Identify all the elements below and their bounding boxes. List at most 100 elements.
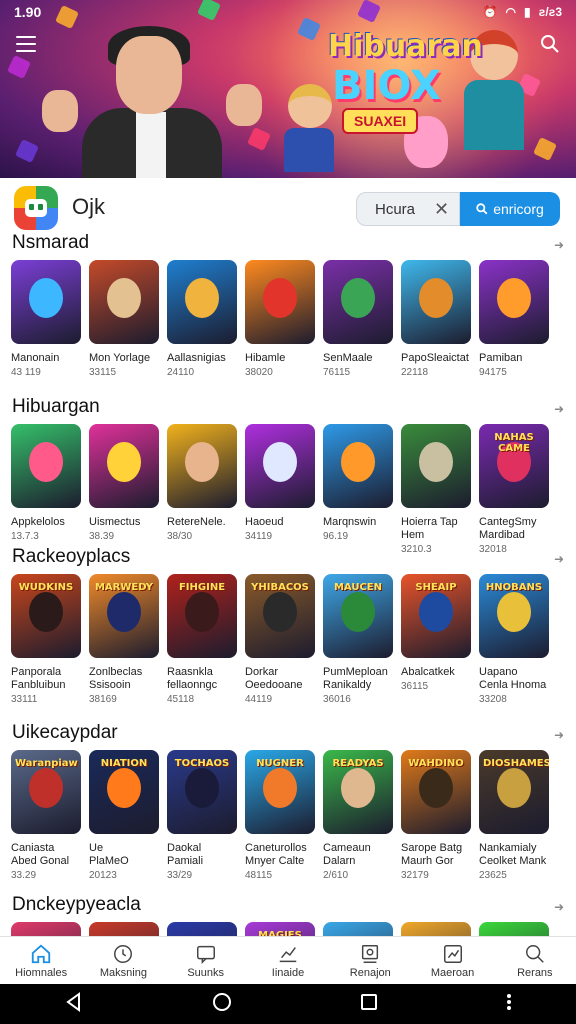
character-figure (263, 442, 297, 482)
app-title: Cameaun (323, 842, 371, 854)
app-tile[interactable]: NUGNER Caneturollos Mnyer Calte 48115 (245, 750, 315, 882)
app-tile[interactable]: Pamiban 94175 (479, 260, 549, 379)
character-figure (29, 592, 63, 632)
thumbnail-title: FIHGINE (178, 582, 226, 593)
app-subtitle: Cenla Hnoma (479, 679, 547, 691)
character-figure (107, 768, 141, 808)
home-button-icon[interactable] (212, 992, 232, 1017)
app-tile[interactable]: MAGIES (245, 922, 315, 936)
app-meta: 33115 (89, 367, 117, 378)
arrow-right-icon[interactable]: ➜ (554, 728, 564, 742)
character-figure (341, 442, 375, 482)
app-tile[interactable]: Marqnswin 96.19 (323, 424, 393, 556)
nav-label: Iinaide (271, 966, 305, 979)
nav-item-5[interactable]: Renajon (329, 937, 411, 984)
character-figure (185, 592, 219, 632)
app-tile[interactable]: WAHDINO Sarope Batg Maurh Gor 32179 (401, 750, 471, 882)
character-figure (263, 592, 297, 632)
arrow-right-icon[interactable]: ➜ (554, 402, 564, 416)
app-tile[interactable]: SHEAIP Abalcatkek 36115 (401, 574, 471, 706)
app-tile[interactable]: READYAS Cameaun Dalarn 2/610 (323, 750, 393, 882)
app-thumbnail (167, 260, 237, 344)
thumbnail-title: Waranpiaw (15, 758, 78, 769)
app-tile[interactable] (89, 922, 159, 936)
app-thumbnail: NIATION (89, 750, 159, 834)
app-tile[interactable]: Hibamle 38020 (245, 260, 315, 379)
app-tile[interactable]: NIATION Ue PlaMeO 20123 (89, 750, 159, 882)
app-tile[interactable]: NAHAS CAME CantegSmy Mardibad 32018 (479, 424, 549, 556)
app-tile[interactable]: TOCHAOS Daokal Pamiali 33/29 (167, 750, 237, 882)
host-character (42, 20, 262, 178)
app-tile[interactable]: MARWEDY Zonlbeclas Ssisooin 38169 (89, 574, 159, 706)
app-tile[interactable]: PapoSleaictat 22118 (401, 260, 471, 379)
search-icon[interactable] (540, 34, 560, 54)
app-tile[interactable]: WUDKINS Panporala Fanbluibun 33111 (11, 574, 81, 706)
arrow-right-icon[interactable]: ➜ (554, 552, 564, 566)
app-tile[interactable]: Haoeud 34119 (245, 424, 315, 556)
app-meta: 23625 (479, 870, 507, 881)
app-meta: 94175 (479, 367, 507, 378)
character-figure (341, 592, 375, 632)
banner-logo: Hibuaran BIOX SUAXEI (328, 30, 483, 150)
app-meta: 44119 (245, 694, 273, 705)
character-figure (419, 768, 453, 808)
search-button[interactable]: enricorg (460, 192, 560, 226)
arrow-right-icon[interactable]: ➜ (554, 900, 564, 914)
nav-item-2[interactable]: Maksning (82, 937, 164, 984)
app-tile[interactable] (401, 922, 471, 936)
alarm-icon: ⏰ (482, 5, 498, 19)
nav-item-home[interactable]: Hiomnales (0, 937, 82, 984)
thumbnail-title: DIOSHAMES (483, 758, 549, 769)
media-icon (362, 944, 379, 963)
hero-banner[interactable]: Hibuaran BIOX SUAXEI (0, 0, 576, 178)
app-tile[interactable]: Waranpiaw Caniasta Abed Gonal 33.29 (11, 750, 81, 882)
tile-row: Appkelolos 13.7.3 Uismectus 38.39 RetereNele… (11, 424, 571, 556)
app-tile[interactable]: RetereNele. 38/30 (167, 424, 237, 556)
app-thumbnail (167, 424, 237, 508)
app-tile[interactable] (479, 922, 549, 936)
section-row-2: Hibuargan ➜ Appkelolos 13.7.3 Uismectus 38.… (0, 396, 576, 556)
arrow-right-icon[interactable]: ➜ (554, 238, 564, 252)
app-name: Ojk (72, 194, 105, 219)
nav-item-7[interactable]: Rerans (494, 937, 576, 984)
back-icon[interactable] (64, 991, 84, 1017)
app-header: Ojk Hcura ✕ enricorg (0, 182, 576, 232)
app-tile[interactable] (323, 922, 393, 936)
app-logo[interactable] (14, 186, 58, 230)
app-tile[interactable]: Uismectus 38.39 (89, 424, 159, 556)
app-tile[interactable]: SenMaale 76115 (323, 260, 393, 379)
nav-item-4[interactable]: Iinaide (247, 937, 329, 984)
app-tile[interactable] (11, 922, 81, 936)
nav-item-6[interactable]: Maeroan (411, 937, 493, 984)
app-tile[interactable]: Appkelolos 13.7.3 (11, 424, 81, 556)
app-thumbnail: TOCHAOS (167, 750, 237, 834)
app-tile[interactable] (167, 922, 237, 936)
app-tile[interactable]: Mon Yorlage 33115 (89, 260, 159, 379)
tile-row: WUDKINS Panporala Fanbluibun 33111 MARWEDY Zo… (11, 574, 571, 706)
recents-icon[interactable] (360, 993, 378, 1016)
app-tile[interactable]: FIHGINE Raasnkla fellaonngc 45118 (167, 574, 237, 706)
app-tile[interactable]: DIOSHAMES Nankamialy Ceolket Mank 23625 (479, 750, 549, 882)
app-thumbnail (479, 260, 549, 344)
thumbnail-title: READYAS (332, 758, 384, 769)
app-title: Caneturollos (245, 842, 307, 854)
app-tile[interactable]: HNOBANS Uapano Cenla Hnoma 33208 (479, 574, 549, 706)
app-thumbnail (89, 260, 159, 344)
character-figure (497, 592, 531, 632)
close-icon[interactable]: ✕ (434, 199, 449, 220)
status-battery-text: ƨ/ƨ3 (538, 5, 562, 19)
character-figure (419, 592, 453, 632)
nav-item-3[interactable]: Suunks (165, 937, 247, 984)
tile-row: Waranpiaw Caniasta Abed Gonal 33.29 NIATION U… (11, 750, 571, 882)
app-tile[interactable]: MAUCEN PumMeploan Ranikaldy 36016 (323, 574, 393, 706)
nav-label: Suunks (187, 966, 225, 979)
app-title: Panporala (11, 666, 62, 678)
app-title: Hoierra Tap (401, 516, 458, 528)
app-tile[interactable]: YHIBACOS Dorkar Oeedooane 44119 (245, 574, 315, 706)
app-tile[interactable]: Aallasnigias 24110 (167, 260, 237, 379)
menu-icon[interactable] (16, 36, 36, 52)
more-vert-icon[interactable] (506, 993, 512, 1016)
app-tile[interactable]: Hoierra Tap Hem 3210.3 (401, 424, 471, 556)
app-tile[interactable]: Manonain 43 119 (11, 260, 81, 379)
stats-icon (279, 946, 297, 962)
